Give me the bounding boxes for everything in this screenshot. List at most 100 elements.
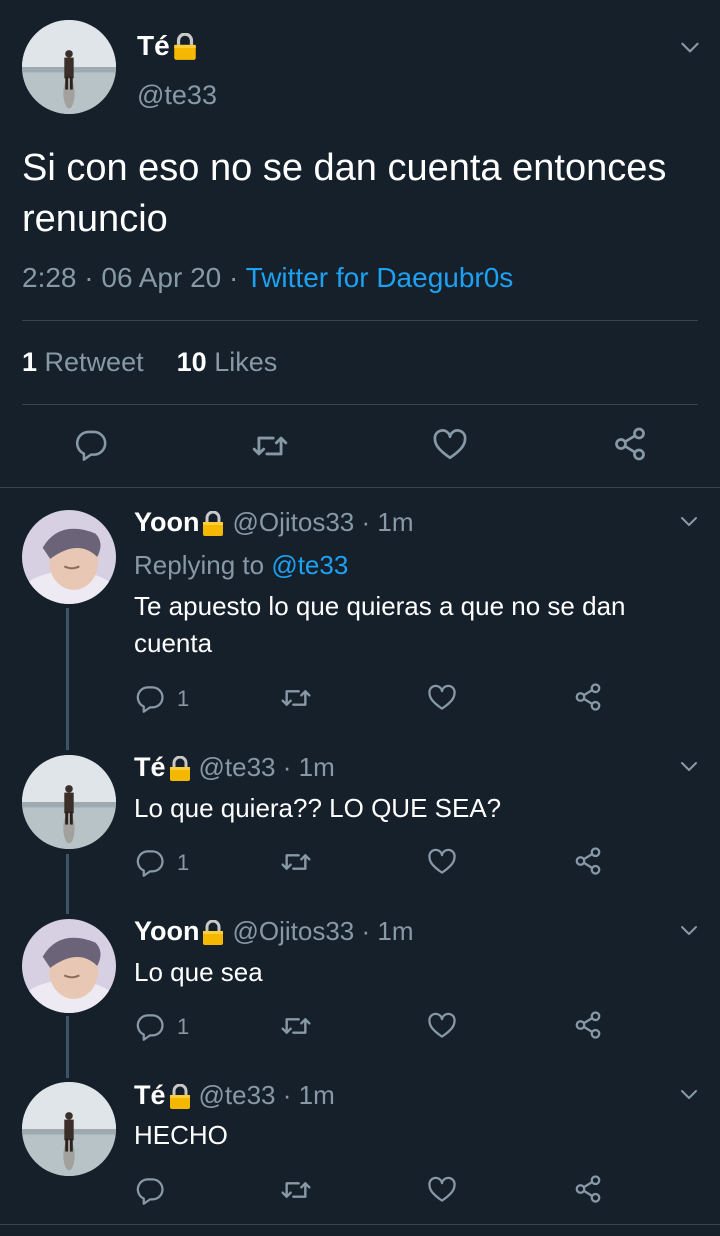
- retweet-button[interactable]: [280, 1174, 312, 1206]
- author-name-text: Té: [134, 752, 166, 782]
- author-name[interactable]: Yoon: [134, 507, 224, 538]
- retweet-icon: [280, 682, 312, 714]
- reply-button[interactable]: [135, 1011, 165, 1041]
- lock-icon: [202, 920, 224, 946]
- retweet-icon: [280, 1010, 312, 1042]
- like-label: Likes: [214, 347, 278, 377]
- share-icon: [573, 846, 603, 876]
- lock-icon: [169, 1084, 191, 1110]
- tweet-source-link[interactable]: Twitter for Daegubr0s: [246, 262, 514, 293]
- tweet-stats: 1 Retweet 10 Likes: [22, 347, 277, 378]
- reply-text: Lo que sea: [134, 957, 263, 987]
- avatar[interactable]: [22, 510, 116, 604]
- handle-time: @Ojitos33 · 1m: [232, 916, 414, 946]
- reply-icon: [135, 1175, 165, 1205]
- avatar[interactable]: [22, 1082, 116, 1176]
- divider: [0, 1224, 720, 1225]
- reply-header: Yoon @Ojitos33 · 1m: [134, 916, 413, 947]
- main-tweet-author-name[interactable]: Té: [137, 30, 197, 62]
- replying-to: Replying to @te33: [134, 550, 348, 581]
- divider: [22, 320, 698, 321]
- reply-button[interactable]: [74, 427, 108, 461]
- reply-icon: [74, 427, 108, 461]
- retweet-label: Retweet: [44, 347, 144, 377]
- divider: [0, 487, 720, 488]
- retweet-icon: [280, 846, 312, 878]
- retweet-icon: [280, 1174, 312, 1206]
- main-tweet-handle[interactable]: @te33: [137, 80, 217, 111]
- share-button[interactable]: [612, 426, 648, 462]
- lock-icon: [169, 756, 191, 782]
- reply-text: HECHO: [134, 1120, 228, 1150]
- retweets-stat[interactable]: 1 Retweet: [22, 347, 144, 377]
- retweet-count: 1: [22, 347, 38, 377]
- like-button[interactable]: [427, 1011, 457, 1041]
- retweet-button[interactable]: [280, 846, 312, 878]
- avatar[interactable]: [22, 20, 116, 114]
- heart-icon: [427, 683, 457, 713]
- retweet-button[interactable]: [251, 427, 289, 465]
- heart-icon: [427, 1175, 457, 1205]
- thread-line: [66, 608, 69, 750]
- lock-icon: [202, 511, 224, 537]
- reply-count: 1: [177, 850, 190, 875]
- reply-count: 1: [177, 1014, 190, 1039]
- reply-header: Té @te33 · 1m: [134, 752, 335, 783]
- like-button[interactable]: [427, 683, 457, 713]
- tweet-meta: 2:28 · 06 Apr 20 · Twitter for Daegubr0s: [22, 262, 513, 294]
- share-icon: [612, 426, 648, 462]
- chevron-down-icon[interactable]: [677, 34, 703, 60]
- heart-icon: [427, 1011, 457, 1041]
- share-icon: [573, 1174, 603, 1204]
- reply-button[interactable]: [135, 847, 165, 877]
- likes-stat[interactable]: 10 Likes: [177, 347, 278, 377]
- avatar[interactable]: [22, 755, 116, 849]
- share-icon: [573, 1010, 603, 1040]
- reply-count: 1: [177, 686, 190, 711]
- avatar[interactable]: [22, 919, 116, 1013]
- reply-button[interactable]: [135, 1175, 165, 1205]
- tweet-timestamp: 2:28 · 06 Apr 20 ·: [22, 262, 246, 293]
- divider: [22, 404, 698, 405]
- chevron-down-icon[interactable]: [677, 918, 701, 942]
- author-name: Té: [137, 30, 170, 61]
- author-name[interactable]: Té: [134, 1080, 191, 1111]
- share-icon: [573, 682, 603, 712]
- reply-icon: [135, 683, 165, 713]
- retweet-button[interactable]: [280, 682, 312, 714]
- replying-handle-link[interactable]: @te33: [271, 550, 348, 580]
- like-button[interactable]: [427, 847, 457, 877]
- reply-header: Yoon @Ojitos33 · 1m: [134, 507, 413, 538]
- author-name[interactable]: Té: [134, 752, 191, 783]
- author-name-text: Té: [134, 1080, 166, 1110]
- reply-icon: [135, 1011, 165, 1041]
- thread-line: [66, 1016, 69, 1078]
- retweet-button[interactable]: [280, 1010, 312, 1042]
- author-name-text: Yoon: [134, 916, 200, 946]
- handle-time: @te33 · 1m: [198, 752, 335, 782]
- share-button[interactable]: [573, 682, 603, 712]
- reply-text: Lo que quiera?? LO QUE SEA?: [134, 793, 502, 823]
- replying-prefix: Replying to: [134, 550, 272, 580]
- share-button[interactable]: [573, 1010, 603, 1040]
- like-button[interactable]: [432, 427, 468, 463]
- chevron-down-icon[interactable]: [677, 754, 701, 778]
- share-button[interactable]: [573, 1174, 603, 1204]
- thread-line: [66, 854, 69, 914]
- handle-time: @Ojitos33 · 1m: [232, 507, 414, 537]
- share-button[interactable]: [573, 846, 603, 876]
- heart-icon: [432, 427, 468, 463]
- reply-text: Te apuesto lo que quieras a que no se da…: [134, 591, 626, 658]
- chevron-down-icon[interactable]: [677, 1082, 701, 1106]
- tweet-text: Si con eso no se dan cuenta entonces ren…: [22, 147, 667, 240]
- like-count: 10: [176, 347, 207, 377]
- author-name-text: Yoon: [134, 507, 200, 537]
- heart-icon: [427, 847, 457, 877]
- lock-icon: [173, 33, 197, 61]
- author-name[interactable]: Yoon: [134, 916, 224, 947]
- reply-button[interactable]: [135, 683, 165, 713]
- like-button[interactable]: [427, 1175, 457, 1205]
- handle-time: @te33 · 1m: [198, 1080, 335, 1110]
- chevron-down-icon[interactable]: [677, 509, 701, 533]
- reply-icon: [135, 847, 165, 877]
